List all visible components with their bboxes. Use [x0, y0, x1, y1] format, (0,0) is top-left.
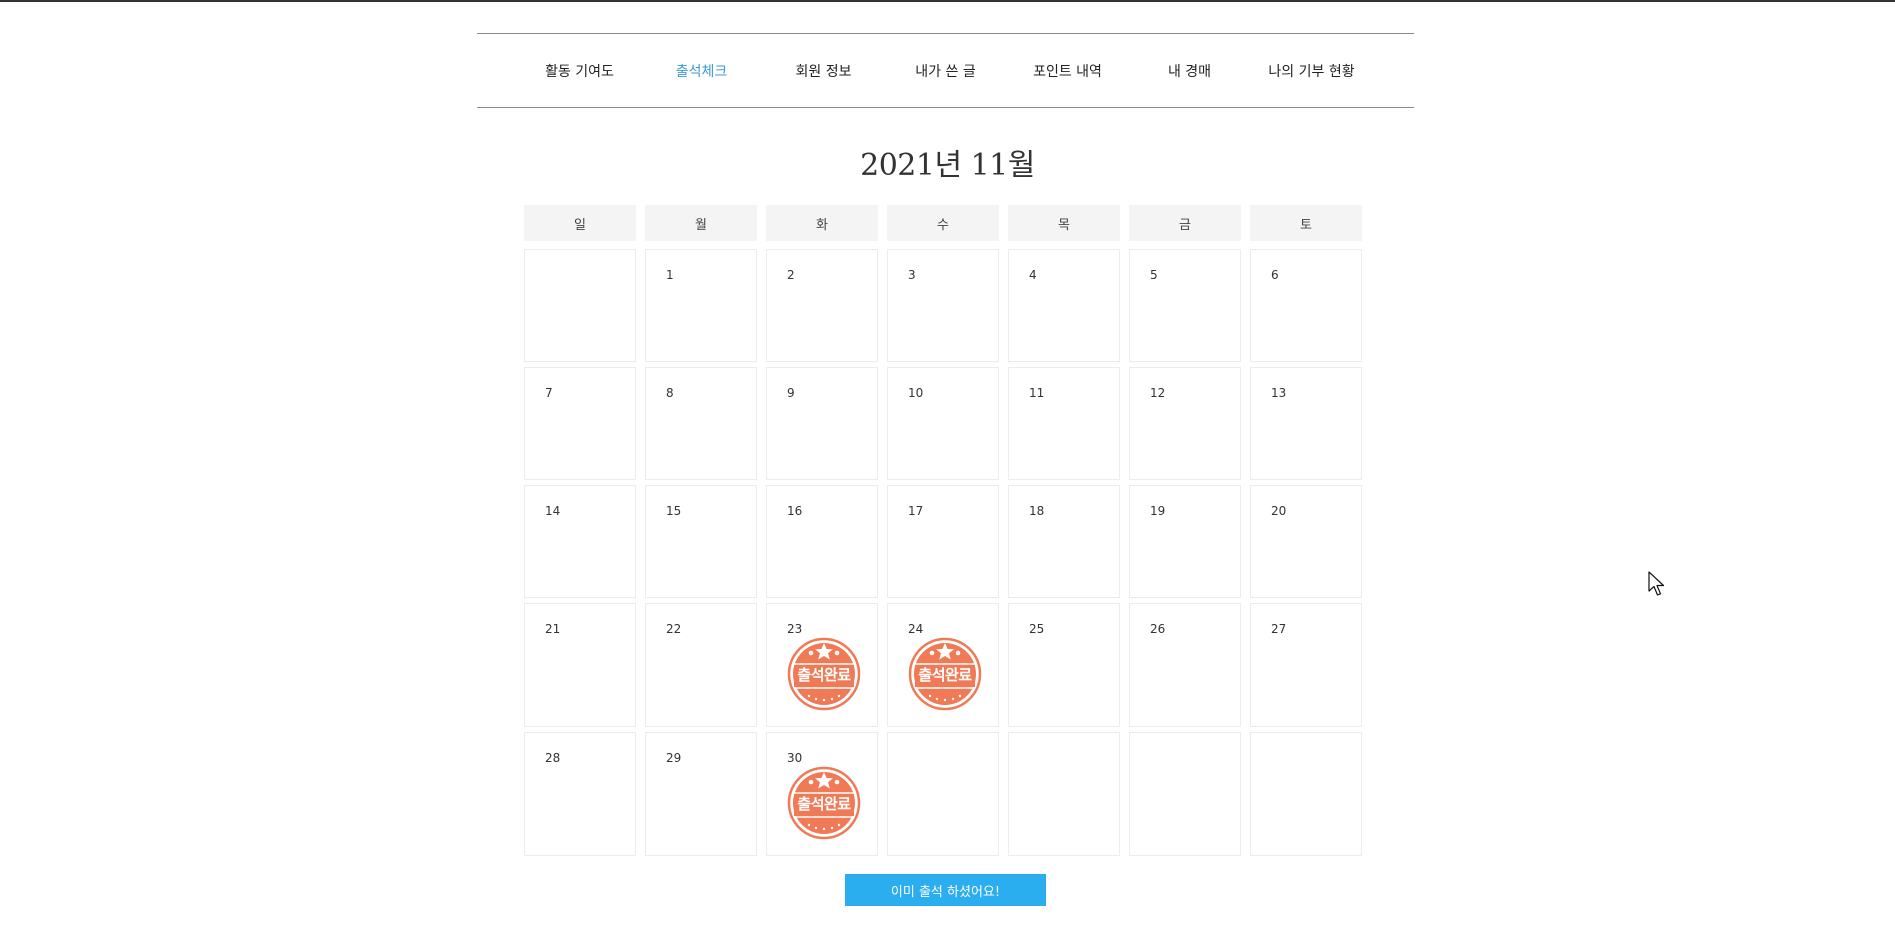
day-number: 6: [1271, 268, 1279, 282]
day-number: 12: [1150, 386, 1166, 400]
weekday-header: 일월화수목금토: [524, 205, 1362, 241]
day-number: 7: [545, 386, 553, 400]
day-number: 19: [1150, 504, 1166, 518]
day-cell[interactable]: 7: [524, 367, 636, 480]
empty-day-cell: [1129, 732, 1241, 856]
day-cell[interactable]: 5: [1129, 249, 1241, 362]
nav-item-points[interactable]: 포인트 내역: [1007, 61, 1129, 81]
mypage-nav: 활동 기여도 출석체크 회원 정보 내가 쓴 글 포인트 내역 내 경매 나의 …: [477, 33, 1414, 108]
partial-icon: [96, 0, 106, 4]
day-cell[interactable]: 2: [766, 249, 878, 362]
calendar-grid: 1 2 3 4 5 6 7 8 9 10 11 12 13 14 15 16 17 18 19 20 21 22 23 출석완…: [524, 249, 1362, 856]
day-cell[interactable]: 8: [645, 367, 757, 480]
day-number: 24: [908, 622, 924, 636]
day-number: 3: [908, 268, 916, 282]
day-cell[interactable]: 18: [1008, 485, 1120, 598]
stamp-label: 출석완료: [918, 666, 972, 684]
weekday-label: 일: [524, 205, 636, 241]
weekday-label: 수: [887, 205, 999, 241]
day-cell[interactable]: 11: [1008, 367, 1120, 480]
weekday-label: 금: [1129, 205, 1241, 241]
weekday-label: 토: [1250, 205, 1362, 241]
stamp-label: 출석완료: [797, 666, 851, 684]
day-number: 25: [1029, 622, 1045, 636]
day-number: 30: [787, 751, 803, 765]
day-cell[interactable]: 3: [887, 249, 999, 362]
attendance-stamp-icon: 출석완료: [787, 766, 861, 840]
stamp-label: 출석완료: [797, 795, 851, 813]
day-cell[interactable]: 10: [887, 367, 999, 480]
day-number: 17: [908, 504, 924, 518]
day-cell[interactable]: 23 출석완료: [766, 603, 878, 727]
empty-day-cell: [524, 249, 636, 362]
day-number: 29: [666, 751, 682, 765]
weekday-label: 월: [645, 205, 757, 241]
day-cell[interactable]: 6: [1250, 249, 1362, 362]
day-number: 23: [787, 622, 803, 636]
day-number: 18: [1029, 504, 1045, 518]
day-cell[interactable]: 12: [1129, 367, 1241, 480]
mouse-cursor-icon: [1648, 571, 1665, 596]
nav-item-my-donation[interactable]: 나의 기부 현황: [1251, 61, 1373, 81]
day-cell[interactable]: 19: [1129, 485, 1241, 598]
day-number: 11: [1029, 386, 1045, 400]
day-cell[interactable]: 20: [1250, 485, 1362, 598]
day-cell[interactable]: 28: [524, 732, 636, 856]
day-number: 9: [787, 386, 795, 400]
day-number: 21: [545, 622, 561, 636]
day-number: 13: [1271, 386, 1287, 400]
attendance-stamp-icon: 출석완료: [787, 637, 861, 711]
day-cell[interactable]: 13: [1250, 367, 1362, 480]
nav-item-attendance[interactable]: 출석체크: [641, 61, 763, 81]
nav-item-my-posts[interactable]: 내가 쓴 글: [885, 61, 1007, 81]
day-cell[interactable]: 16: [766, 485, 878, 598]
day-cell[interactable]: 29: [645, 732, 757, 856]
day-cell[interactable]: 22: [645, 603, 757, 727]
empty-day-cell: [887, 732, 999, 856]
day-number: 1: [666, 268, 674, 282]
day-cell[interactable]: 15: [645, 485, 757, 598]
day-cell[interactable]: 4: [1008, 249, 1120, 362]
top-border: [0, 0, 1895, 2]
day-number: 27: [1271, 622, 1287, 636]
day-cell[interactable]: 17: [887, 485, 999, 598]
day-number: 14: [545, 504, 561, 518]
month-title: 2021년 11월: [860, 148, 1035, 183]
weekday-label: 목: [1008, 205, 1120, 241]
day-number: 8: [666, 386, 674, 400]
day-cell[interactable]: 21: [524, 603, 636, 727]
day-number: 4: [1029, 268, 1037, 282]
day-number: 26: [1150, 622, 1166, 636]
weekday-label: 화: [766, 205, 878, 241]
day-cell[interactable]: 26: [1129, 603, 1241, 727]
nav-item-activity[interactable]: 활동 기여도: [519, 61, 641, 81]
day-cell[interactable]: 9: [766, 367, 878, 480]
day-number: 5: [1150, 268, 1158, 282]
day-cell[interactable]: 30 출석완료: [766, 732, 878, 856]
attendance-stamp-icon: 출석완료: [908, 637, 982, 711]
day-number: 15: [666, 504, 682, 518]
day-number: 16: [787, 504, 803, 518]
day-cell[interactable]: 27: [1250, 603, 1362, 727]
day-number: 22: [666, 622, 682, 636]
day-cell[interactable]: 24 출석완료: [887, 603, 999, 727]
day-cell[interactable]: 14: [524, 485, 636, 598]
day-number: 28: [545, 751, 561, 765]
day-cell[interactable]: 25: [1008, 603, 1120, 727]
empty-day-cell: [1250, 732, 1362, 856]
day-number: 20: [1271, 504, 1287, 518]
empty-day-cell: [1008, 732, 1120, 856]
day-cell[interactable]: 1: [645, 249, 757, 362]
day-number: 2: [787, 268, 795, 282]
day-number: 10: [908, 386, 924, 400]
nav-item-my-auction[interactable]: 내 경매: [1129, 61, 1251, 81]
attendance-button[interactable]: 이미 출석 하셨어요!: [845, 874, 1046, 906]
nav-item-member-info[interactable]: 회원 정보: [763, 61, 885, 81]
